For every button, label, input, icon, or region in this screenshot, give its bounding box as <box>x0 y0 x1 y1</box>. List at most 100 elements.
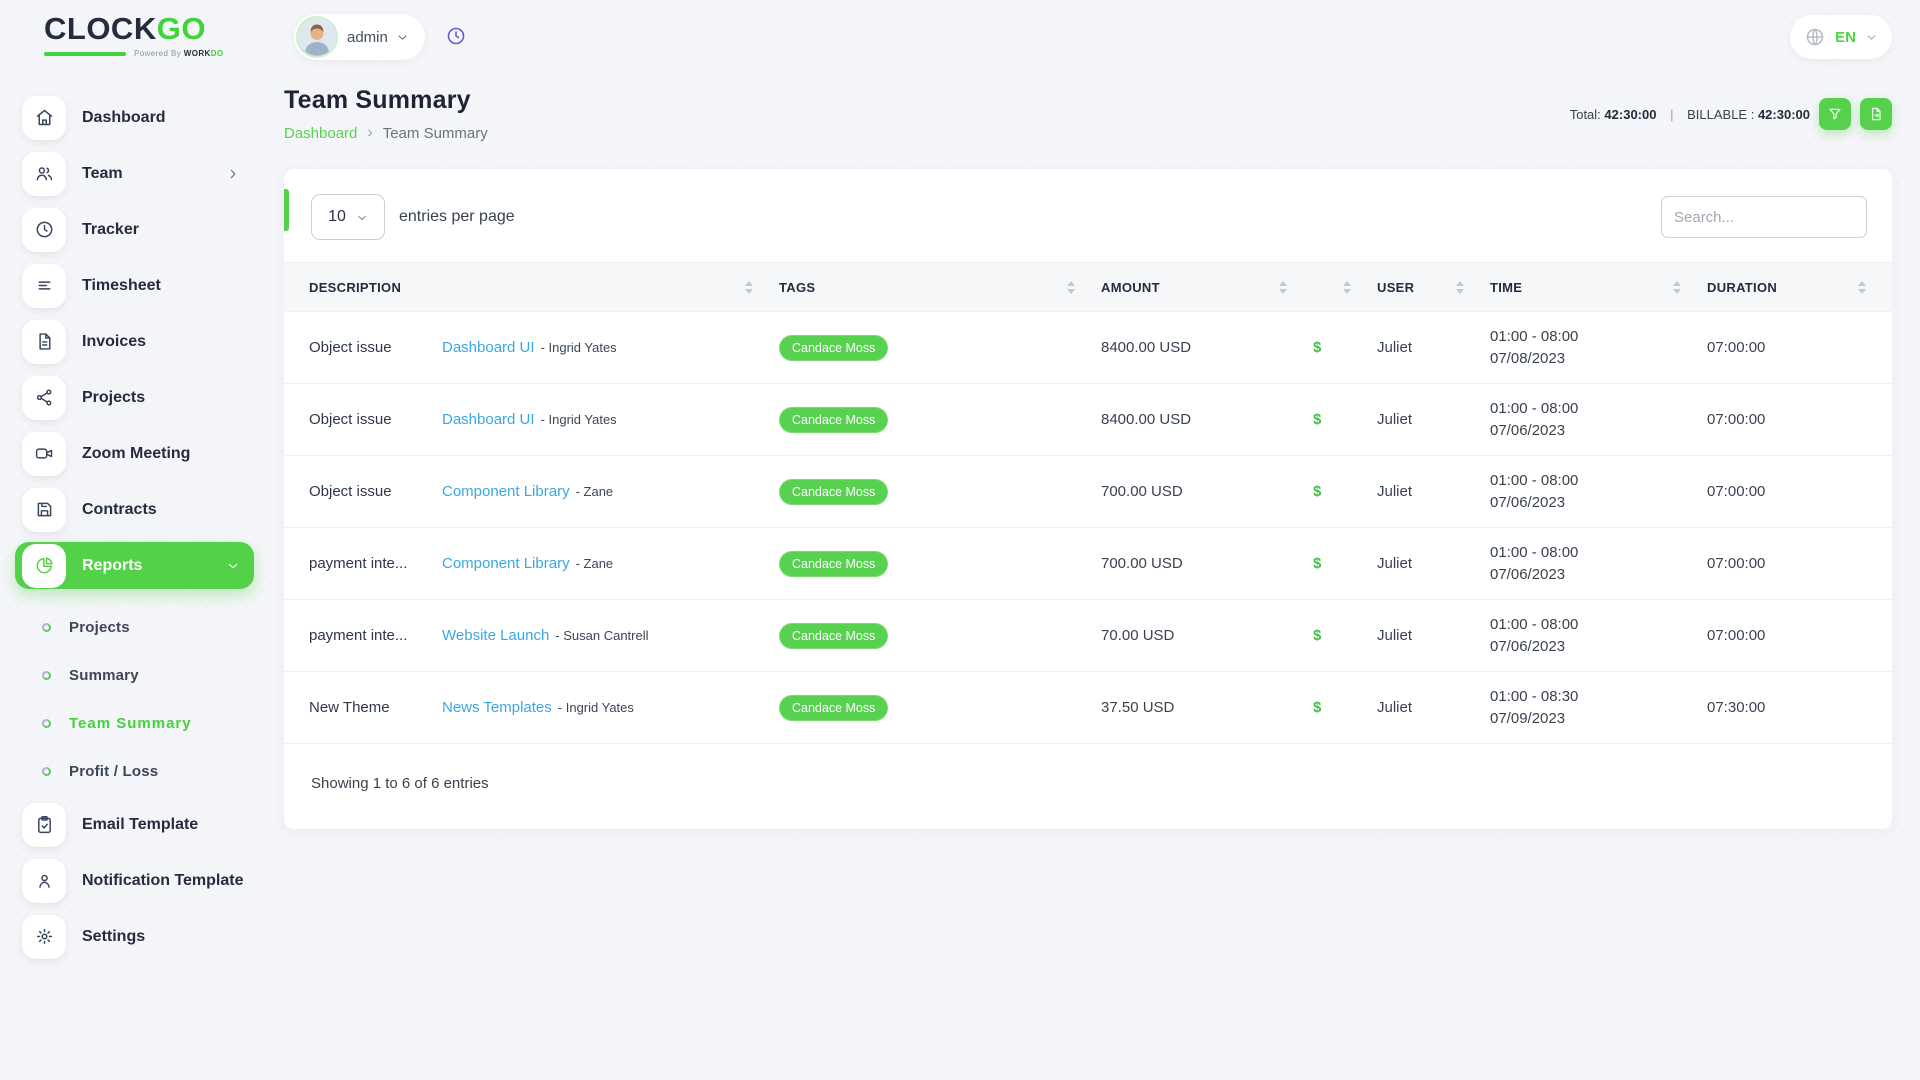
search-input[interactable] <box>1661 196 1867 238</box>
topbar: admin EN <box>284 0 1892 60</box>
entries-per-page-label: entries per page <box>399 208 515 226</box>
app: CLOCKGO Powered By WORKDO Dashboard Team T… <box>0 0 1920 1080</box>
sort-icon <box>1673 281 1681 294</box>
column-header-label: AMOUNT <box>1101 280 1160 295</box>
column-header-user[interactable]: USER <box>1377 280 1490 295</box>
chevron-down-icon <box>396 31 409 44</box>
dollar-icon: $ <box>1313 699 1321 716</box>
bullet-icon <box>41 766 51 776</box>
description-cell: Object issueDashboard UI- Ingrid Yates <box>284 339 779 356</box>
total-value: 42:30:00 <box>1604 107 1656 122</box>
file-icon <box>22 320 66 364</box>
column-header-label: TIME <box>1490 280 1522 295</box>
sidebar-subitem-team-summary[interactable]: Team Summary <box>15 703 254 743</box>
logo-text-accent: GO <box>157 11 206 46</box>
sidebar-item-label: Tracker <box>82 221 240 239</box>
tags-cell: Candace Moss <box>779 623 1101 649</box>
clock-in-button[interactable] <box>445 25 467 49</box>
filter-icon <box>1827 106 1843 122</box>
dollar-icon: $ <box>1313 627 1321 644</box>
amount-cell: 37.50 USD <box>1101 699 1313 716</box>
description-text: New Theme <box>309 699 442 716</box>
sidebar-subitem-profit-loss[interactable]: Profit / Loss <box>15 751 254 791</box>
amount-cell: 8400.00 USD <box>1101 411 1313 428</box>
dollar-icon: $ <box>1313 339 1321 356</box>
logo-subline: Powered By WORKDO <box>44 49 284 58</box>
time-cell: 01:00 - 08:0007/08/2023 <box>1490 326 1707 370</box>
user-menu[interactable]: admin <box>294 14 425 60</box>
description-cell: payment inte...Component Library- Zane <box>284 555 779 572</box>
gear-icon <box>22 915 66 959</box>
filter-button[interactable] <box>1819 98 1851 130</box>
powered-brand-text: WORK <box>184 49 211 58</box>
clock-icon <box>22 208 66 252</box>
users-icon <box>22 152 66 196</box>
billable-value: 42:30:00 <box>1758 107 1810 122</box>
project-link[interactable]: News Templates <box>442 699 552 716</box>
project-link[interactable]: Website Launch <box>442 627 549 644</box>
project-link[interactable]: Dashboard UI <box>442 411 535 428</box>
username: admin <box>347 29 388 46</box>
project-link[interactable]: Component Library <box>442 483 570 500</box>
sidebar-nav: Dashboard Team Tracker Timesheet Invoices Pro… <box>0 94 284 960</box>
brand-logo[interactable]: CLOCKGO Powered By WORKDO <box>0 12 284 58</box>
time-range: 01:00 - 08:30 <box>1490 686 1697 708</box>
home-icon <box>22 96 66 140</box>
table-body: Object issueDashboard UI- Ingrid Yates Ca… <box>284 312 1892 744</box>
sidebar-subitem-label: Summary <box>69 667 139 684</box>
logo-text: CLOCKGO <box>44 12 284 46</box>
logo-underline <box>44 52 126 56</box>
sidebar-item-invoices[interactable]: Invoices <box>15 318 254 365</box>
sidebar-subitem-projects[interactable]: Projects <box>15 607 254 647</box>
sidebar-item-label: Email Template <box>82 816 240 834</box>
sidebar-item-email-template[interactable]: Email Template <box>15 801 254 848</box>
duration-cell: 07:00:00 <box>1707 627 1892 644</box>
breadcrumb-dashboard-link[interactable]: Dashboard <box>284 125 357 142</box>
currency-cell: $ <box>1313 411 1377 428</box>
sort-icon <box>745 281 753 294</box>
sidebar-item-reports[interactable]: Reports <box>15 542 254 589</box>
column-header-currency[interactable] <box>1313 281 1377 294</box>
currency-cell: $ <box>1313 699 1377 716</box>
sidebar-nav-bottom: Email Template Notification Template Setti… <box>15 801 254 960</box>
breadcrumb-current: Team Summary <box>383 125 488 142</box>
description-text: Object issue <box>309 483 442 500</box>
tag-badge: Candace Moss <box>779 623 888 649</box>
sidebar-subitem-label: Projects <box>69 619 130 636</box>
sidebar-item-projects[interactable]: Projects <box>15 374 254 421</box>
column-header-time[interactable]: TIME <box>1490 280 1707 295</box>
column-header-label: TAGS <box>779 280 815 295</box>
time-range: 01:00 - 08:00 <box>1490 542 1697 564</box>
breadcrumb: Dashboard › Team Summary <box>284 124 488 142</box>
share-icon <box>22 376 66 420</box>
amount-cell: 8400.00 USD <box>1101 339 1313 356</box>
powered-by-text: Powered By <box>134 49 181 58</box>
column-header-amount[interactable]: AMOUNT <box>1101 280 1313 295</box>
sidebar-item-zoom-meeting[interactable]: Zoom Meeting <box>15 430 254 477</box>
sidebar-item-settings[interactable]: Settings <box>15 913 254 960</box>
description-text: payment inte... <box>309 555 442 572</box>
sidebar-item-notification-template[interactable]: Notification Template <box>15 857 254 904</box>
time-range: 01:00 - 08:00 <box>1490 398 1697 420</box>
sidebar-item-timesheet[interactable]: Timesheet <box>15 262 254 309</box>
tags-cell: Candace Moss <box>779 407 1101 433</box>
language-selector[interactable]: EN <box>1790 15 1892 59</box>
bullet-icon <box>41 622 51 632</box>
description-cell: New ThemeNews Templates- Ingrid Yates <box>284 699 779 716</box>
sidebar-subitem-summary[interactable]: Summary <box>15 655 254 695</box>
column-header-tags[interactable]: TAGS <box>779 280 1101 295</box>
entries-per-page-select[interactable]: 10 <box>311 194 385 240</box>
assignee-text: - Zane <box>576 484 614 499</box>
user-cell: Juliet <box>1377 627 1490 644</box>
sidebar-item-tracker[interactable]: Tracker <box>15 206 254 253</box>
export-button[interactable] <box>1860 98 1892 130</box>
column-header-description[interactable]: DESCRIPTION <box>284 280 779 295</box>
globe-icon <box>1804 26 1826 48</box>
total-label: Total: <box>1570 107 1601 122</box>
sidebar-item-team[interactable]: Team <box>15 150 254 197</box>
project-link[interactable]: Dashboard UI <box>442 339 535 356</box>
sidebar-item-dashboard[interactable]: Dashboard <box>15 94 254 141</box>
project-link[interactable]: Component Library <box>442 555 570 572</box>
sidebar-item-contracts[interactable]: Contracts <box>15 486 254 533</box>
column-header-duration[interactable]: DURATION <box>1707 280 1892 295</box>
